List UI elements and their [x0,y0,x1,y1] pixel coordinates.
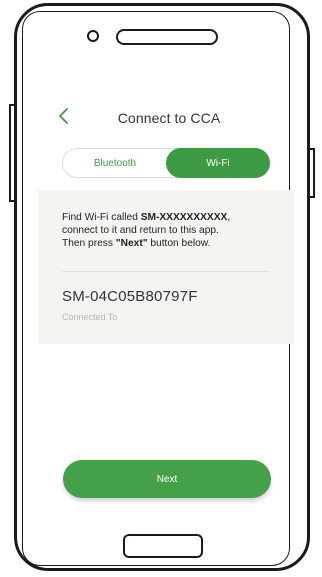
next-button[interactable]: Next [63,460,271,498]
instruction-text: button below. [147,238,211,250]
connection-type-toggle: Bluetooth Wi-Fi [62,148,270,178]
divider [62,271,269,272]
tab-wifi[interactable]: Wi-Fi [166,148,270,178]
wifi-instructions: Find Wi-Fi called SM-XXXXXXXXXX, connect… [62,211,286,251]
instruction-text: connect to it and return to this app. [62,225,219,237]
instruction-text: , [227,212,231,223]
earpiece-speaker-icon [116,29,218,45]
page-title: Connect to CCA [117,110,221,126]
home-button-icon[interactable] [123,534,203,558]
ssid-pattern: SM-XXXXXXXXXX [140,212,228,223]
instruction-text: Then press [62,238,116,250]
front-camera-icon [87,30,99,42]
instruction-text: Find Wi-Fi called [62,212,141,223]
next-reference: "Next" [115,238,148,250]
tab-bluetooth[interactable]: Bluetooth [63,149,167,177]
connection-status-label: Connected To [62,312,118,322]
chevron-left-icon[interactable] [57,106,73,126]
connected-device-name: SM-04C05B80797F [62,288,198,305]
